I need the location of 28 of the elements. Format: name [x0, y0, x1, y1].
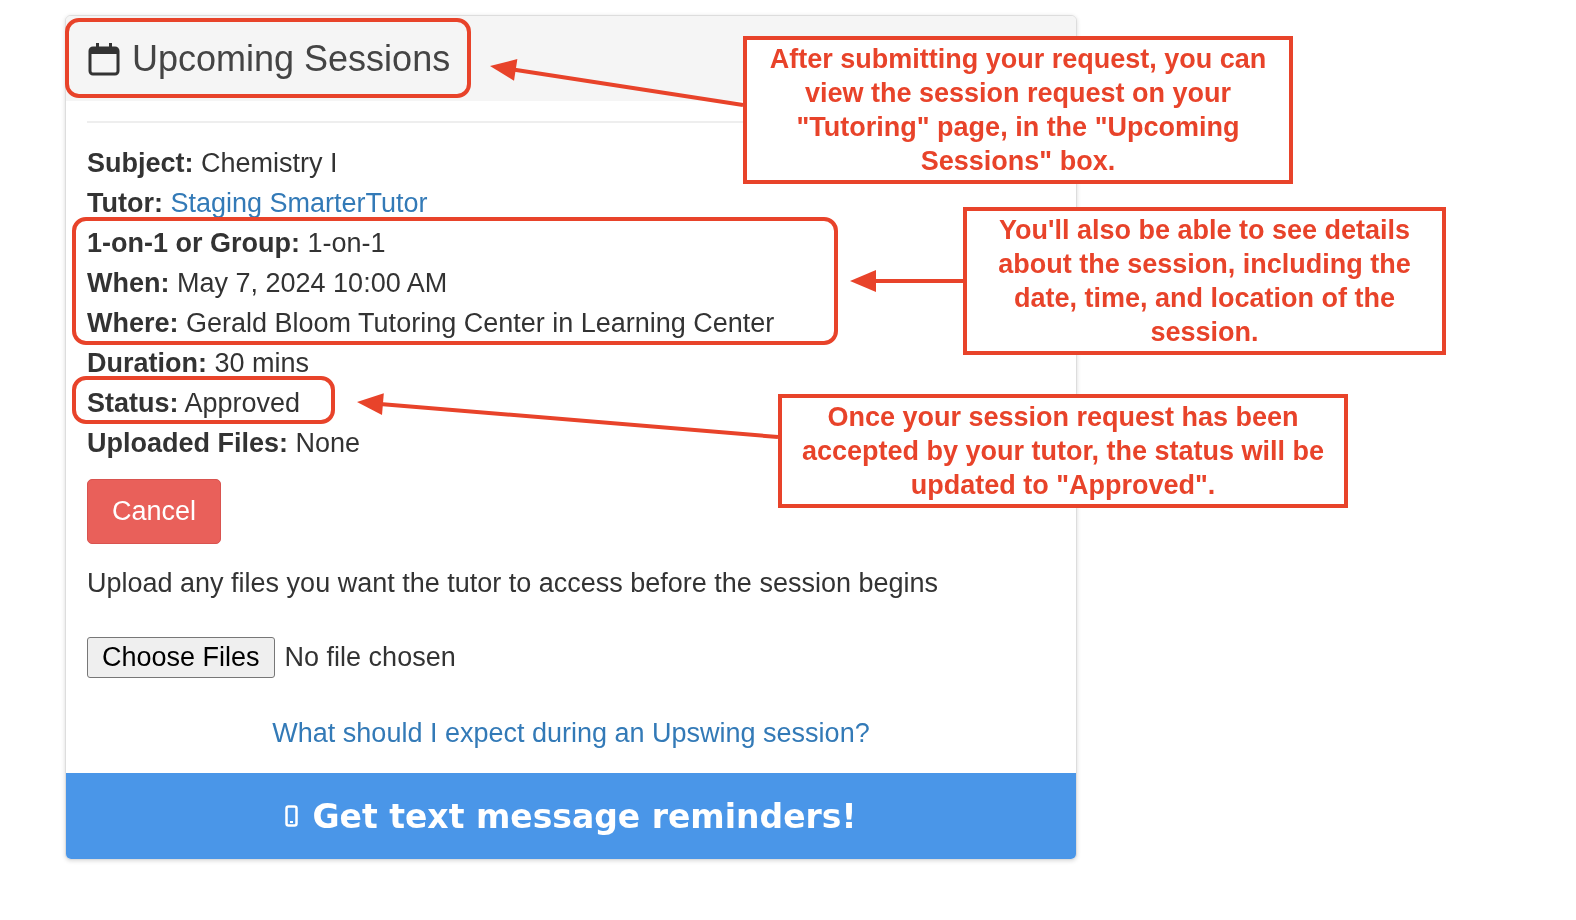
field-value: May 7, 2024 10:00 AM	[177, 268, 448, 298]
callout-note: You'll also be able to see details about the session, including the date, time, and location of the session.	[963, 207, 1446, 355]
field-value: Approved	[184, 388, 301, 418]
cancel-button[interactable]: Cancel	[87, 479, 222, 544]
field-label: Duration:	[87, 348, 207, 378]
field-label: Tutor:	[87, 188, 163, 218]
choose-files-button[interactable]: Choose Files	[87, 637, 275, 678]
field-value: 1-on-1	[307, 228, 386, 258]
field-value: 30 mins	[214, 348, 310, 378]
field-value: Chemistry I	[201, 148, 338, 178]
panel-title: Upcoming Sessions	[132, 37, 451, 80]
text-reminders-button[interactable]: Get text message reminders!	[66, 773, 1076, 859]
file-status: No file chosen	[284, 642, 456, 673]
field-label: 1-on-1 or Group:	[87, 228, 300, 258]
help-link[interactable]: What should I expect during an Upswing session?	[272, 718, 870, 748]
tutor-link[interactable]: Staging SmarterTutor	[170, 188, 428, 218]
field-value: None	[295, 428, 361, 458]
field-label: Uploaded Files:	[87, 428, 289, 458]
phone-icon	[285, 805, 299, 827]
field-value: Gerald Bloom Tutoring Center in Learning Center	[186, 308, 775, 338]
callout-note: After submitting your request, you can view the session request on your "Tutoring" page, in the "Upcoming Sessions" box.	[743, 36, 1293, 184]
upload-prompt: Upload any files you want the tutor to access before the session begins	[87, 568, 939, 599]
field-label: Where:	[87, 308, 179, 338]
field-label: Status:	[87, 388, 179, 418]
calendar-icon	[88, 41, 120, 76]
field-label: When:	[87, 268, 170, 298]
callout-note: Once your session request has been accepted by your tutor, the status will be updated to "Approved".	[778, 394, 1348, 508]
field-label: Subject:	[87, 148, 194, 178]
